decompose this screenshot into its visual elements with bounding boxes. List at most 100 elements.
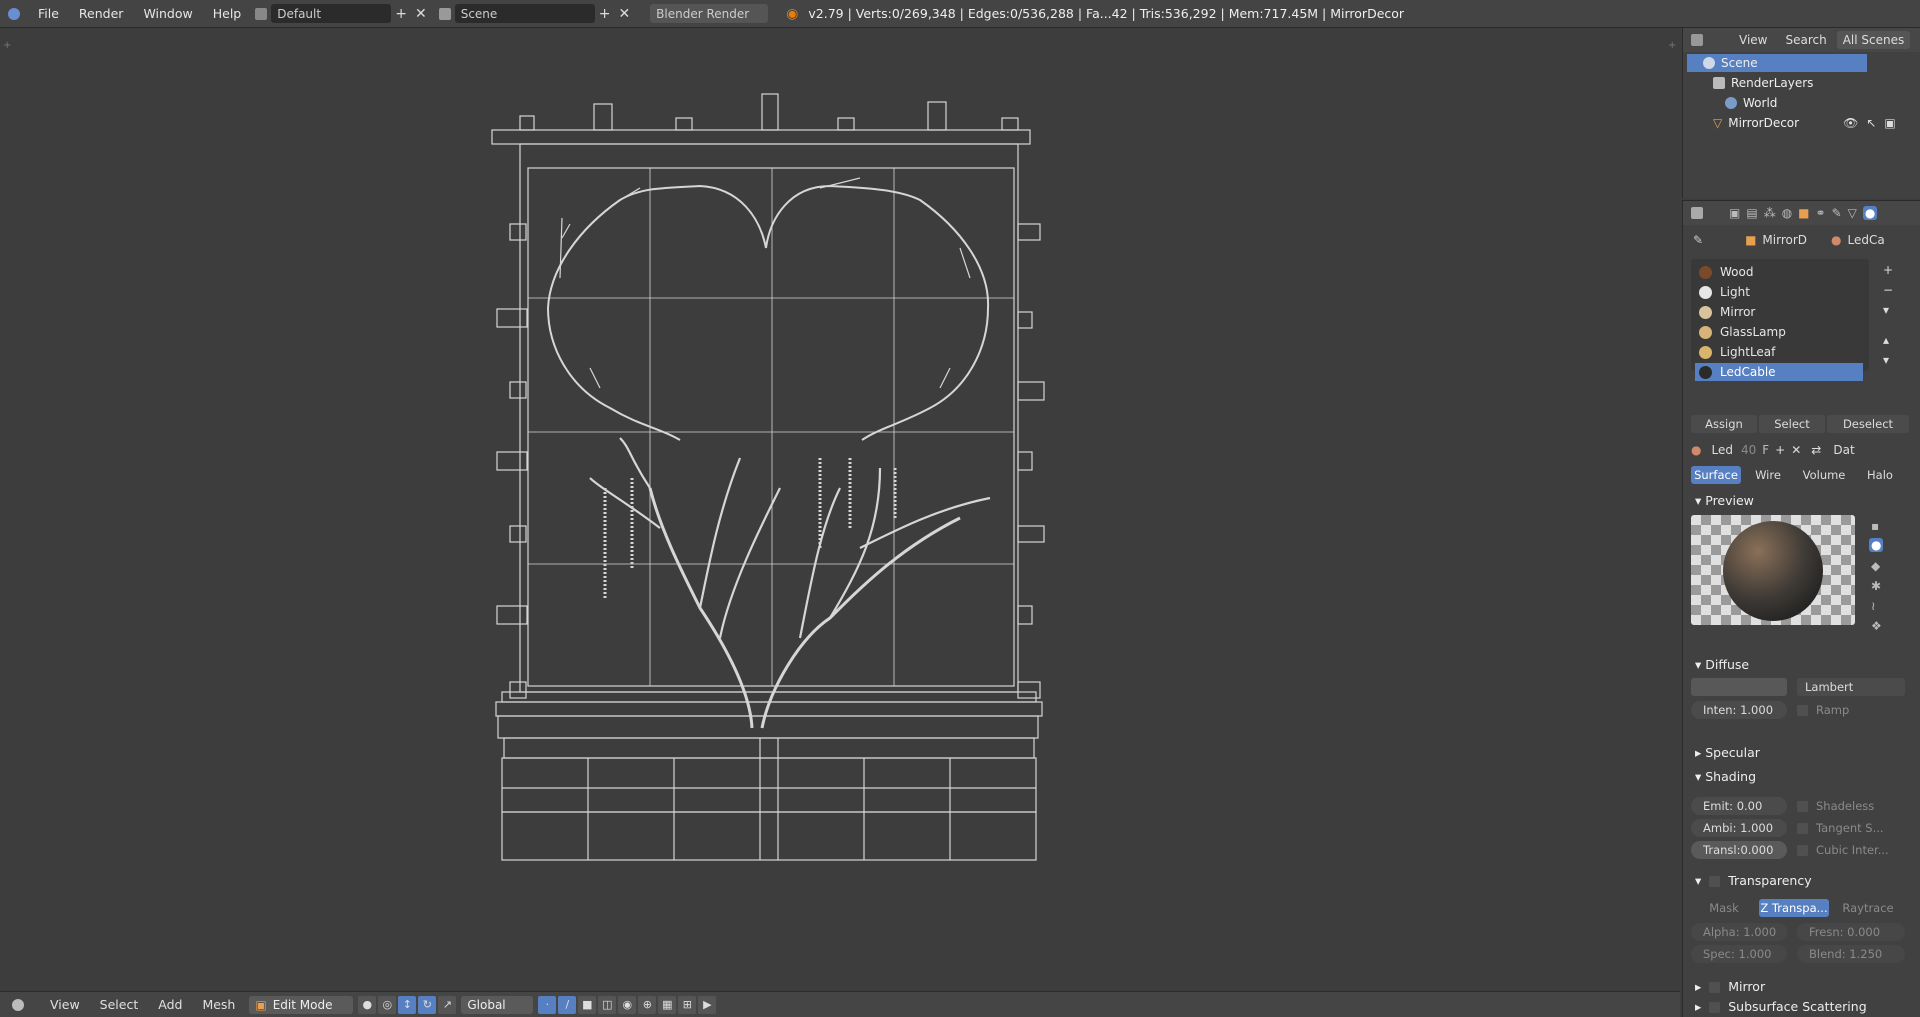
slot-specials-icon[interactable]: ▾ [1883,303,1889,317]
camera-icon[interactable]: ▶ [698,995,717,1014]
scene-icon[interactable] [438,7,451,20]
eye-icon[interactable]: 👁 [1843,116,1858,130]
preview-sphere-icon[interactable]: ● [1869,538,1884,552]
assign-button[interactable]: Assign [1691,415,1757,433]
trans-mode-mask[interactable]: Mask [1691,899,1757,917]
tab-halo[interactable]: Halo [1855,466,1905,484]
specular-alpha-field[interactable]: Spec: 1.000 [1691,945,1787,963]
transparency-panel-header[interactable]: ▾ Transparency [1695,873,1812,888]
new-material-icon[interactable]: + [1775,443,1785,457]
add-scene-icon[interactable]: + [595,6,615,22]
edge-select-icon[interactable]: / [558,995,577,1014]
outliner-editor-icon[interactable] [1691,34,1703,46]
blend-field[interactable]: Blend: 1.250 [1797,945,1905,963]
layers-icon[interactable]: ⊞ [678,995,697,1014]
shading-sphere-icon[interactable]: ● [358,995,377,1014]
screen-layout-icon[interactable] [255,7,268,20]
face-select-icon[interactable]: ■ [578,995,597,1014]
ambient-field[interactable]: Ambi: 1.000 [1691,819,1787,837]
screen-layout-field[interactable]: Default [271,4,392,23]
manipulator-scale-icon[interactable]: ↗ [438,995,457,1014]
object-tab-icon[interactable]: ■ [1798,206,1809,220]
sss-check-box[interactable] [1709,1002,1721,1013]
remove-slot-icon[interactable]: − [1883,283,1893,297]
diffuse-color-swatch[interactable] [1691,678,1787,696]
close-scene-icon[interactable]: ✕ [614,6,634,22]
ramp-checkbox[interactable]: Ramp [1797,703,1849,717]
menu-mesh[interactable]: Mesh [192,997,245,1012]
render-tab-icon[interactable]: ▣ [1729,206,1740,220]
add-slot-icon[interactable]: + [1883,263,1893,277]
orientation-select[interactable]: Global [461,995,534,1014]
modifiers-tab-icon[interactable]: ✎ [1832,206,1842,220]
preview-sky-icon[interactable]: ❖ [1871,619,1882,633]
properties-editor-icon[interactable] [1691,207,1703,219]
info-editor-icon[interactable] [0,7,28,20]
menu-render[interactable]: Render [69,0,134,28]
render-view-icon[interactable]: ▦ [658,995,677,1014]
close-screen-icon[interactable]: ✕ [411,6,431,22]
outliner-item-scene[interactable]: Scene [1687,54,1867,72]
tab-surface[interactable]: Surface [1691,466,1741,484]
menu-select[interactable]: Select [90,997,149,1012]
3d-viewport[interactable]: + + [0,28,1680,991]
mirror-panel-header[interactable]: ▸ Mirror [1695,979,1765,994]
link-type-icon[interactable]: ⇄ [1811,443,1821,457]
diffuse-panel-header[interactable]: ▾ Diffuse [1695,657,1749,672]
manipulator-translate-icon[interactable]: ↕ [398,995,417,1014]
world-tab-icon[interactable]: ◍ [1782,206,1792,220]
menu-file[interactable]: File [28,0,69,28]
mode-select[interactable]: ▣ Edit Mode [249,995,354,1014]
material-slot[interactable]: LightLeaf [1695,343,1863,361]
tab-volume[interactable]: Volume [1795,466,1853,484]
deselect-button[interactable]: Deselect [1827,415,1909,433]
material-slot[interactable]: Mirror [1695,303,1863,321]
menu-help[interactable]: Help [203,0,252,28]
breadcrumb-object[interactable]: MirrorD [1762,233,1807,247]
add-screen-icon[interactable]: + [391,6,411,22]
preview-cube-icon[interactable]: ◆ [1871,559,1880,573]
vertex-select-icon[interactable]: · [538,995,557,1014]
outliner-item-renderlayers[interactable]: RenderLayers [1713,74,1813,92]
diffuse-shader-select[interactable]: Lambert [1797,678,1905,696]
proportional-edit-icon[interactable]: ◉ [618,995,637,1014]
shadeless-checkbox[interactable]: Shadeless [1797,799,1874,813]
link-type-select[interactable]: Dat [1833,443,1854,457]
select-button[interactable]: Select [1759,415,1825,433]
move-slot-up-icon[interactable]: ▴ [1883,333,1889,347]
preview-panel-header[interactable]: ▾ Preview [1695,493,1754,508]
pivot-point-icon[interactable]: ◎ [378,995,397,1014]
limit-selection-icon[interactable]: ◫ [598,995,617,1014]
shading-panel-header[interactable]: ▾ Shading [1695,769,1756,784]
scene-tab-icon[interactable]: ⁂ [1764,206,1776,220]
menu-window[interactable]: Window [133,0,202,28]
material-name-field[interactable]: Led [1711,443,1732,457]
material-browse-icon[interactable]: ● [1691,443,1701,457]
cursor-icon[interactable]: ↖ [1866,116,1876,130]
diffuse-intensity-field[interactable]: Inten: 1.000 [1691,701,1787,719]
specular-panel-header[interactable]: ▸ Specular [1695,745,1760,760]
pin-icon[interactable]: ✎ [1693,233,1703,247]
fresnel-field[interactable]: Fresn: 0.000 [1797,923,1905,941]
render-icon[interactable]: ▣ [1884,116,1895,130]
emit-field[interactable]: Emit: 0.00 [1691,797,1787,815]
move-slot-down-icon[interactable]: ▾ [1883,353,1889,367]
snap-icon[interactable]: ⊕ [638,995,657,1014]
manipulator-rotate-icon[interactable]: ↻ [418,995,437,1014]
sss-panel-header[interactable]: ▸ Subsurface Scattering [1695,999,1867,1014]
material-slot[interactable]: Wood [1695,263,1863,281]
material-slot[interactable]: Light [1695,283,1863,301]
breadcrumb-material[interactable]: LedCa [1848,233,1885,247]
editor-type-icon[interactable] [12,998,24,1011]
alpha-field[interactable]: Alpha: 1.000 [1691,923,1787,941]
preview-flat-icon[interactable]: ▪ [1871,519,1879,533]
fake-user-toggle[interactable]: F [1762,443,1769,457]
unlink-material-icon[interactable]: ✕ [1791,443,1801,457]
mirror-decor-wireframe[interactable] [0,28,1680,991]
menu-view[interactable]: View [40,997,90,1012]
cubic-interpolation-checkbox[interactable]: Cubic Inter... [1797,843,1889,857]
trans-mode-ztransparency[interactable]: Z Transpa... [1759,899,1829,917]
outliner-search-menu[interactable]: Search [1785,33,1826,47]
outliner-display-mode[interactable]: All Scenes [1836,31,1911,49]
render-engine-select[interactable]: Blender Render [650,4,769,23]
